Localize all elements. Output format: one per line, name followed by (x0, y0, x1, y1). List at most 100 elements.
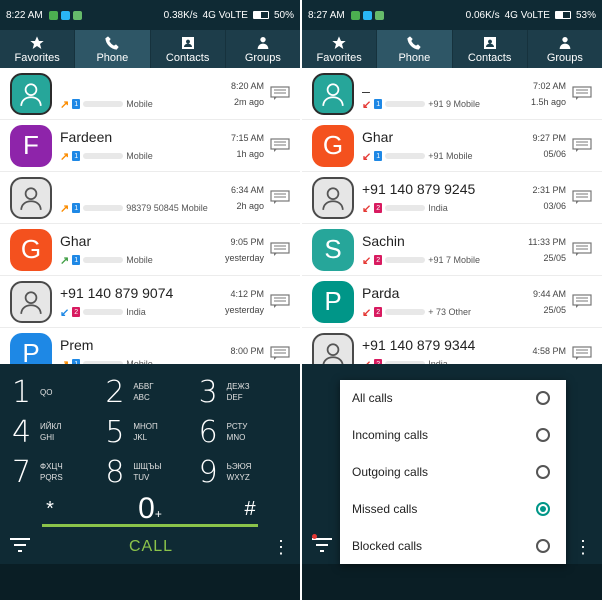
contact-name (60, 181, 218, 199)
tab-favorites[interactable]: Favorites (0, 30, 76, 68)
filter-icon[interactable] (10, 537, 30, 557)
dialpad-key-2[interactable]: 2 АБВГ ABC (105, 372, 198, 412)
contact-avatar: P (312, 280, 354, 323)
contact-name: +91 140 879 9074 (60, 284, 174, 301)
key-zero[interactable]: 0+ (100, 492, 200, 526)
call-time: 4:58 PM (520, 346, 566, 362)
call-info: +91 140 879 9074 ↙ 2 India (60, 285, 218, 319)
message-icon[interactable] (270, 293, 292, 310)
radio-button[interactable] (536, 501, 550, 516)
call-log-row[interactable]: G Ghar ↙ 1 +91 Mobile 9:27 PM 05/06 (302, 120, 602, 172)
contact-name: Sachin (362, 232, 405, 249)
person-icon (322, 342, 344, 364)
filter-indicator-dot (312, 534, 317, 539)
dialpad-key-6[interactable]: 6 РСТУ MNO (199, 412, 292, 452)
call-details: ↙ 1 +91 Mobile (362, 150, 520, 163)
filter-option[interactable]: All calls (340, 380, 566, 417)
person-icon (322, 186, 344, 210)
call-log-row[interactable]: F Fardeen ↗ 1 Mobile 7:15 AM 1h ago (0, 120, 300, 172)
call-relative-time: 03/06 (543, 200, 566, 211)
key-letters-latin: GHI (40, 433, 55, 442)
dialpad-key-3[interactable]: 3 ДЕЖЗ DEF (199, 372, 292, 412)
redacted-number (385, 205, 426, 211)
group-icon (559, 36, 571, 49)
call-number-type: Mobile (126, 99, 153, 109)
call-log-row[interactable]: G Ghar ↗ 1 Mobile 9:05 PM yesterday (0, 224, 300, 276)
contact-card-icon (181, 36, 194, 49)
dialpad-key-1[interactable]: 1 QO (12, 372, 105, 412)
tab-contacts[interactable]: Contacts (151, 30, 226, 68)
tab-favorites[interactable]: Favorites (302, 30, 378, 68)
message-icon[interactable] (572, 85, 594, 102)
key-star[interactable]: * (0, 498, 100, 521)
star-icon (30, 35, 44, 49)
call-log-row[interactable]: +91 140 879 9074 ↙ 2 India 4:12 PM yesterday (0, 276, 300, 328)
contact-name: Prem (60, 336, 94, 353)
key-letters: РСТУ MNO (227, 421, 248, 443)
person-icon (20, 186, 42, 210)
tab-groups[interactable]: Groups (226, 30, 300, 68)
tab-label: Favorites (316, 51, 362, 64)
tab-groups[interactable]: Groups (528, 30, 602, 68)
dialpad-key-7[interactable]: 7 ФХЦЧ PQRS (12, 452, 105, 492)
filter-option[interactable]: Incoming calls (340, 417, 566, 454)
message-icon[interactable] (270, 137, 292, 154)
call-info: Ghar ↗ 1 Mobile (60, 233, 218, 267)
more-options-icon[interactable]: ⋮ (574, 538, 592, 556)
filter-icon[interactable] (312, 537, 332, 557)
call-log-row[interactable]: ↗ 1 Mobile 8:20 AM 2m ago (0, 68, 300, 120)
dialpad-key-5[interactable]: 5 МНОП JKL (105, 412, 198, 452)
status-bar: 8:27 AM 0.06K/s 4G VoLTE 53% (302, 0, 602, 30)
call-time: 9:44 AM 25/05 (520, 289, 566, 315)
call-log-row[interactable]: +91 140 879 9245 ↙ 2 India 2:31 PM 03/06 (302, 172, 602, 224)
message-icon[interactable] (270, 241, 292, 258)
key-digit: 7 (12, 454, 32, 490)
call-log-row[interactable]: P Parda ↙ 2 + 73 Other 9:44 AM 25/05 (302, 276, 602, 328)
filter-option[interactable]: Blocked calls (340, 527, 566, 564)
key-hash[interactable]: # (200, 498, 300, 521)
tab-phone[interactable]: Phone (377, 30, 453, 68)
dialpad-key-4[interactable]: 4 ИЙКЛ GHI (12, 412, 105, 452)
call-log-row[interactable]: P Prem↗1Mobile 8:00 PM (0, 328, 300, 364)
sim-badge: 1 (374, 99, 383, 109)
radio-button[interactable] (536, 538, 550, 553)
call-log-row[interactable]: S Sachin ↙ 2 +91 7 Mobile 11:33 PM 25/05 (302, 224, 602, 276)
filter-option[interactable]: Outgoing calls (340, 454, 566, 491)
message-icon[interactable] (572, 241, 594, 258)
key-letters: ФХЦЧ PQRS (40, 461, 63, 483)
message-icon[interactable] (270, 189, 292, 206)
phone-screen-left: 8:22 AM 0.38K/s 4G VoLTE 50% Favorites P… (0, 0, 300, 600)
call-info: ↗ 1 98379 50845 Mobile (60, 181, 218, 215)
star-icon (332, 35, 346, 49)
message-icon[interactable] (270, 345, 292, 362)
key-letters-cyrillic: ИЙКЛ (40, 422, 62, 431)
contact-name: +91 140 879 9245 (362, 180, 476, 197)
dialpad-key-9[interactable]: 9 ЬЭЮЯ WXYZ (199, 452, 292, 492)
call-log-row[interactable]: ↗ 1 98379 50845 Mobile 6:34 AM 2h ago (0, 172, 300, 224)
radio-button[interactable] (536, 428, 550, 443)
call-log-row[interactable]: _ ↙ 1 +91 9 Mobile 7:02 AM 1.5h ago (302, 68, 602, 120)
tab-contacts[interactable]: Contacts (453, 30, 528, 68)
message-icon[interactable] (572, 293, 594, 310)
dialpad-key-8[interactable]: 8 ШЩЪЫ TUV (105, 452, 198, 492)
tab-phone[interactable]: Phone (75, 30, 151, 68)
message-icon[interactable] (270, 85, 292, 102)
radio-button[interactable] (536, 391, 550, 406)
message-icon[interactable] (572, 137, 594, 154)
filter-option-label: Missed calls (352, 501, 418, 516)
message-icon[interactable] (572, 345, 594, 362)
call-info: +91 140 879 9245 ↙ 2 India (362, 181, 520, 215)
redacted-number (83, 101, 124, 107)
key-digit: 4 (12, 414, 32, 450)
key-letters-cyrillic: ДЕЖЗ (226, 382, 250, 391)
call-log-row[interactable]: +91 140 879 9344↙2India 4:58 PM (302, 328, 602, 364)
radio-button[interactable] (536, 464, 550, 479)
key-letters-cyrillic: ШЩЪЫ (133, 462, 162, 471)
filter-option-label: Incoming calls (352, 428, 429, 443)
filter-option[interactable]: Missed calls (340, 490, 566, 527)
call-clock-time: 4:58 PM (532, 345, 566, 356)
call-relative-time: 05/06 (543, 148, 566, 159)
message-icon[interactable] (572, 189, 594, 206)
call-button[interactable]: CALL (129, 538, 173, 556)
more-options-icon[interactable]: ⋮ (272, 538, 290, 556)
